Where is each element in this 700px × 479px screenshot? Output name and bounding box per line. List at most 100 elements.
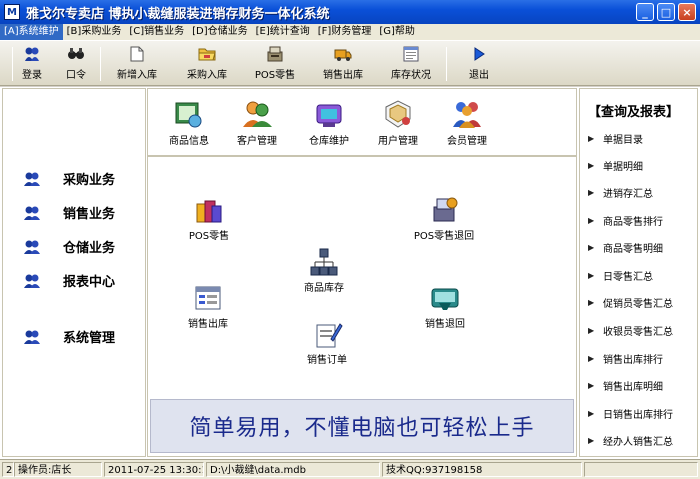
left-nav-label: 采购业务 (63, 173, 116, 188)
menu-bar: [A]系统维护 [B]采购业务 [C]销售业务 [D]仓储业务 [E]统计查询 … (0, 24, 700, 40)
title-bar: M 雅戈尔专卖店 博执小裁缝服装进销存财务一体化系统 _ □ × (0, 0, 700, 24)
maximize-button[interactable]: □ (657, 3, 675, 21)
toolbar-delivery-button[interactable]: 销售出库 (318, 45, 368, 83)
report-link[interactable]: ▶ 商品零售明细 (588, 240, 663, 255)
report-link-label: 日销售出库排行 (603, 410, 673, 421)
sales-outbound-label: 销售出库 (188, 319, 228, 330)
delivery-icon (334, 45, 352, 63)
pos-return-icon (428, 195, 460, 225)
status-operator: 操作员:店长 (14, 462, 102, 477)
menu-system[interactable]: [A]系统维护 (0, 24, 63, 40)
product-stock-label: 商品库存 (304, 283, 344, 294)
report-link-label: 商品零售排行 (603, 217, 663, 228)
left-nav-label: 系统管理 (63, 331, 116, 346)
report-link[interactable]: ▶ 收银员零售汇总 (588, 323, 673, 338)
arrow-right-icon: ▶ (588, 381, 595, 390)
users-icon (23, 171, 41, 187)
toolbar-password-label: 口令 (66, 70, 86, 81)
left-nav-reports[interactable]: 报表中心 (23, 271, 115, 290)
users-icon (23, 205, 41, 221)
arrow-right-icon: ▶ (588, 409, 595, 418)
toolbar-purchase-button[interactable]: 采购入库 (182, 45, 232, 83)
sales-return-label: 销售退回 (425, 319, 465, 330)
left-nav-label: 仓储业务 (63, 241, 116, 256)
report-link[interactable]: ▶ 日销售出库排行 (588, 406, 673, 421)
toolbar-exit-label: 退出 (469, 70, 489, 81)
report-link[interactable]: ▶ 日零售汇总 (588, 268, 653, 283)
new-stock-icon (128, 45, 146, 63)
toolbar-separator (12, 47, 13, 81)
left-nav-panel: 采购业务 销售业务 仓储业务 报表中心 系统管理 (2, 88, 146, 457)
users-icon (23, 239, 41, 255)
report-link[interactable]: ▶ 销售出库排行 (588, 351, 663, 366)
report-link[interactable]: ▶ 单据目录 (588, 131, 643, 146)
left-nav-purchase[interactable]: 采购业务 (23, 169, 115, 188)
top-icon-row: 商品信息 客户管理 仓库维护 用户管理 会员管理 (148, 89, 576, 157)
left-nav-label: 报表中心 (63, 275, 116, 290)
left-nav-system[interactable]: 系统管理 (23, 327, 115, 346)
toolbar-pos-label: POS零售 (254, 70, 296, 81)
report-link[interactable]: ▶ 单据明细 (588, 158, 643, 173)
menu-finance[interactable]: [F]财务管理 (314, 24, 376, 40)
users-icon (23, 273, 41, 289)
warehouse-maintenance-label: 仓库维护 (309, 136, 349, 147)
toolbar-new-stock-button[interactable]: 新增入库 (112, 45, 162, 83)
warehouse-maintenance-button[interactable]: 仓库维护 (294, 99, 364, 147)
report-link[interactable]: ▶ 经办人销售汇总 (588, 433, 673, 448)
product-info-button[interactable]: 商品信息 (154, 99, 224, 147)
sales-return-button[interactable]: 销售退回 (400, 283, 490, 330)
report-link-label: 日零售汇总 (603, 272, 653, 283)
report-link-label: 商品零售明细 (603, 244, 663, 255)
user-management-button[interactable]: 用户管理 (363, 99, 433, 147)
sales-order-button[interactable]: 销售订单 (282, 319, 372, 366)
report-link[interactable]: ▶ 促销员零售汇总 (588, 295, 673, 310)
left-nav-sales[interactable]: 销售业务 (23, 203, 115, 222)
product-stock-button[interactable]: 商品库存 (279, 247, 369, 294)
toolbar-login-label: 登录 (22, 70, 42, 81)
arrow-right-icon: ▶ (588, 134, 595, 143)
toolbar-password-button[interactable]: 口令 (62, 45, 90, 83)
exit-icon (470, 45, 488, 63)
left-nav-warehouse[interactable]: 仓储业务 (23, 237, 115, 256)
slogan-banner: 简单易用，不懂电脑也可轻松上手 (150, 399, 574, 453)
stock-network-icon (308, 247, 340, 277)
toolbar-login-button[interactable]: 登录 (18, 45, 46, 83)
report-link-label: 单据明细 (603, 162, 643, 173)
purchase-icon (198, 45, 216, 63)
report-link-label: 进销存汇总 (603, 189, 653, 200)
member-management-button[interactable]: 会员管理 (432, 99, 502, 147)
customer-management-button[interactable]: 客户管理 (222, 99, 292, 147)
menu-statistics[interactable]: [E]统计查询 (252, 24, 314, 40)
minimize-button[interactable]: _ (636, 3, 654, 21)
report-link[interactable]: ▶ 销售出库明细 (588, 378, 663, 393)
arrow-right-icon: ▶ (588, 298, 595, 307)
window-title: 雅戈尔专卖店 博执小裁缝服装进销存财务一体化系统 (26, 6, 330, 22)
arrow-right-icon: ▶ (588, 161, 595, 170)
toolbar-exit-button[interactable]: 退出 (464, 45, 494, 83)
status-support: 技术QQ:937198158 (382, 462, 582, 477)
menu-sales[interactable]: [C]销售业务 (125, 24, 188, 40)
warehouse-icon (313, 99, 345, 129)
login-icon (23, 45, 41, 63)
app-icon: M (4, 4, 20, 20)
toolbar-inventory-button[interactable]: 库存状况 (386, 45, 436, 83)
toolbar-pos-button[interactable]: POS零售 (250, 45, 300, 83)
sales-outbound-button[interactable]: 销售出库 (163, 283, 253, 330)
report-link[interactable]: ▶ 进销存汇总 (588, 185, 653, 200)
customer-management-label: 客户管理 (237, 136, 277, 147)
close-button[interactable]: × (678, 3, 696, 21)
customer-icon (241, 99, 273, 129)
pos-retail-button[interactable]: POS零售 (164, 195, 254, 242)
menu-help[interactable]: [G]帮助 (375, 24, 419, 40)
status-empty (584, 462, 698, 477)
menu-warehouse[interactable]: [D]仓储业务 (188, 24, 252, 40)
toolbar-purchase-label: 采购入库 (187, 70, 227, 81)
pos-return-button[interactable]: POS零售退回 (399, 195, 489, 242)
report-link-label: 销售出库明细 (603, 382, 663, 393)
report-link[interactable]: ▶ 商品零售排行 (588, 213, 663, 228)
left-nav-label: 销售业务 (63, 207, 116, 222)
menu-purchase[interactable]: [B]采购业务 (63, 24, 126, 40)
status-datetime: 2011-07-25 13:30:10 (104, 462, 204, 477)
sales-outbound-icon (192, 283, 224, 313)
report-link-label: 销售出库排行 (603, 355, 663, 366)
